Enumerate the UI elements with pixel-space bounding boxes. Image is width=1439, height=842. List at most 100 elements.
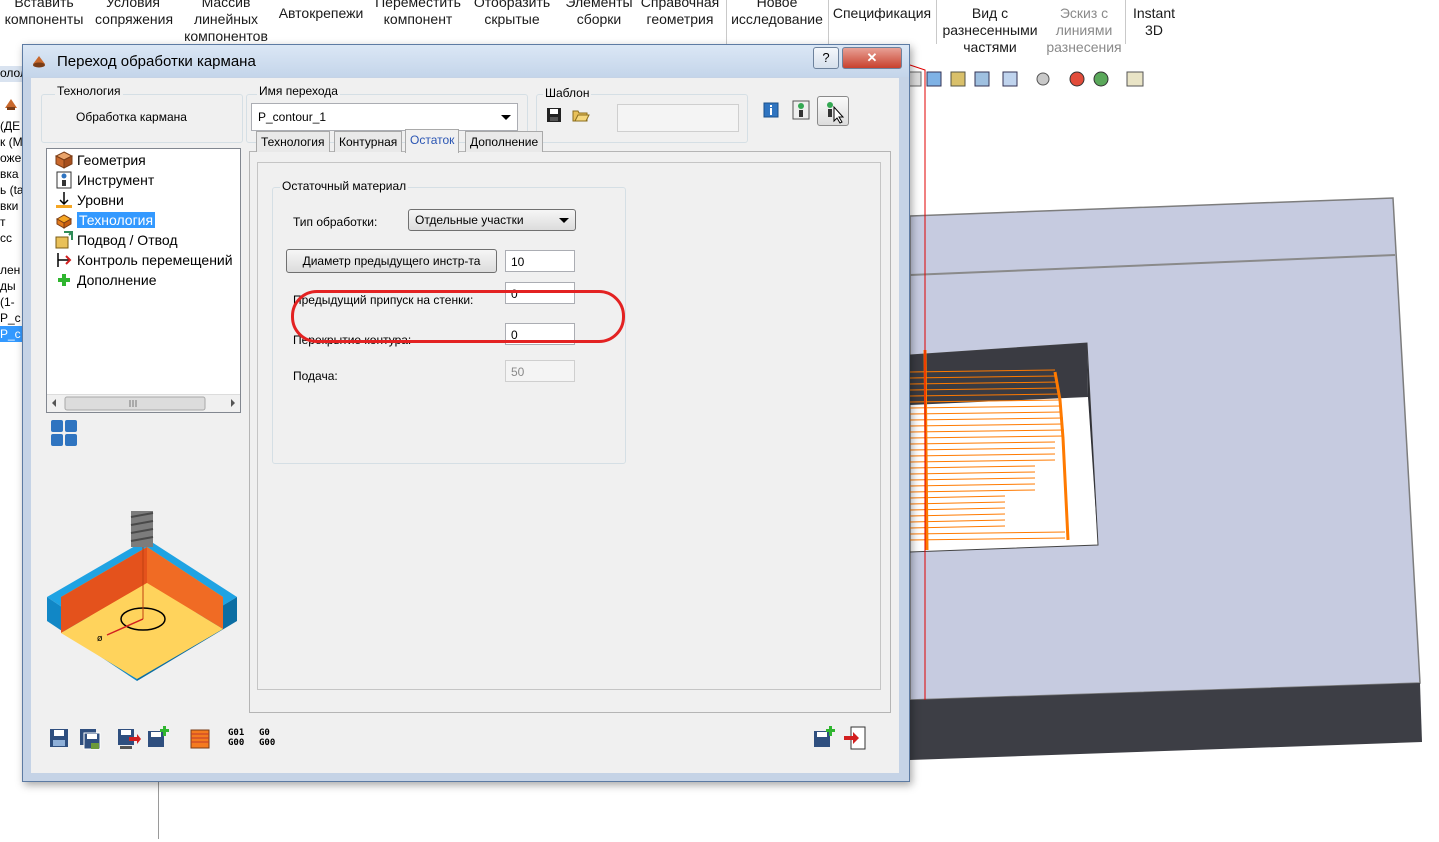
remaining-panel: Остаточный материал Тип обработки: Отдел…: [257, 162, 881, 690]
open-template-icon[interactable]: [572, 107, 592, 127]
show-hidden-button[interactable]: Отобразить скрытые: [468, 0, 556, 28]
exploded-view-button[interactable]: Вид с разнесенными частями: [938, 5, 1042, 56]
assembly-features-button[interactable]: Элементы сборки: [560, 0, 638, 28]
instant-3d-button[interactable]: Instant 3D: [1126, 5, 1182, 39]
feed-label: Подача:: [293, 369, 338, 383]
template-label: Шаблон: [543, 86, 592, 100]
stock-layers-icon[interactable]: [189, 728, 211, 750]
gcode-g0-button[interactable]: G0 G00: [259, 728, 275, 748]
dialog-titlebar[interactable]: Переход обработки кармана ? ✕: [23, 45, 909, 77]
mate-button[interactable]: Условия сопряжения: [95, 0, 174, 28]
chevron-down-icon: [501, 115, 511, 120]
toolbar-separator: [726, 0, 727, 44]
tab-remaining[interactable]: Остаток: [405, 129, 460, 153]
toolbar-label: Эскиз с линиями разнесения: [1046, 5, 1122, 55]
layout-grid-icon[interactable]: [50, 419, 80, 449]
linear-pattern-button[interactable]: Массив линейных компонентов: [178, 0, 274, 45]
tree-node[interactable]: к (М: [0, 134, 24, 150]
tree-node[interactable]: ожер: [0, 150, 24, 166]
tree-node[interactable]: [0, 246, 24, 262]
template-field[interactable]: [617, 104, 739, 132]
appearance-icon: [1069, 71, 1085, 87]
technology-icon: [55, 211, 73, 229]
tree-node[interactable]: (ДЕ: [0, 118, 24, 134]
model-render: [909, 64, 1422, 760]
save-template-icon[interactable]: [546, 107, 566, 127]
tree-item-technology[interactable]: Технология: [77, 211, 156, 229]
tab-label: Дополнение: [470, 135, 539, 149]
tree-node[interactable]: (1-: [0, 294, 24, 310]
help-glyph: ?: [822, 50, 830, 65]
tab-contour[interactable]: Контурная: [334, 131, 403, 152]
toolbar-label: Вид с разнесенными частями: [942, 5, 1038, 55]
toolbar-label: Условия сопряжения: [95, 0, 174, 27]
tab-label: Остаток: [410, 133, 455, 147]
left-tab-label: олол: [0, 66, 24, 80]
tool-holder-icon[interactable]: [791, 99, 811, 120]
operation-name-combo[interactable]: P_contour_1: [251, 103, 518, 131]
tree-node-selected[interactable]: P_c: [0, 326, 24, 342]
tab-addition[interactable]: Дополнение: [465, 131, 544, 152]
bom-button[interactable]: Спецификация: [832, 5, 932, 22]
operation-tree[interactable]: Геометрия Инструмент Уровни Технология П…: [46, 148, 241, 413]
toolbar-label: Новое исследование: [731, 0, 823, 27]
gcode-text: G0: [259, 728, 270, 738]
tree-node[interactable]: вки: [0, 198, 24, 214]
tree-item-technology-label: Технология: [77, 212, 156, 228]
scroll-thumb: [64, 396, 206, 411]
tree-item-motion-control[interactable]: Контроль перемещений: [77, 251, 233, 269]
tree-item-geometry[interactable]: Геометрия: [77, 151, 146, 169]
prev-tool-diameter-input[interactable]: 10: [505, 250, 575, 272]
tree-horizontal-scrollbar[interactable]: [47, 394, 240, 412]
plus-icon: [55, 271, 73, 289]
save-icon[interactable]: [49, 728, 71, 750]
help-button[interactable]: ?: [813, 47, 839, 69]
tree-node[interactable]: P_c: [0, 310, 24, 326]
tree-node[interactable]: ды: [0, 278, 24, 294]
smart-fasteners-button[interactable]: Автокрепежи: [276, 5, 366, 22]
graphics-viewport[interactable]: [905, 60, 1439, 839]
feed-input: 50: [505, 360, 575, 382]
save-and-send-icon[interactable]: [117, 728, 141, 750]
close-button[interactable]: ✕: [842, 47, 902, 69]
explode-line-sketch-button[interactable]: Эскиз с линиями разнесения: [1044, 5, 1124, 56]
save-add-icon[interactable]: [813, 726, 835, 748]
view-settings-icon: [1126, 71, 1144, 87]
reference-geometry-button[interactable]: Справочная геометрия: [638, 0, 722, 28]
left-tab-strip: олол: [0, 66, 24, 82]
pane-divider: [158, 780, 159, 839]
motion-control-icon: [55, 251, 73, 269]
tree-node[interactable]: т: [0, 214, 24, 230]
info-icon[interactable]: [763, 102, 783, 122]
processing-type-select[interactable]: Отдельные участки: [408, 209, 576, 231]
tab-label: Контурная: [339, 135, 398, 149]
tree-node[interactable]: ь (ta: [0, 182, 24, 198]
tree-item-approach[interactable]: Подвод / Отвод: [77, 231, 178, 249]
tree-item-tool[interactable]: Инструмент: [77, 171, 154, 189]
pick-tool-button[interactable]: [817, 96, 849, 126]
prev-tool-diameter-button[interactable]: Диаметр предыдущего инстр-та: [286, 249, 497, 273]
tree-node[interactable]: лен: [0, 262, 24, 278]
tree-item-addition[interactable]: Дополнение: [77, 271, 157, 289]
tree-node[interactable]: сс: [0, 230, 24, 246]
insert-components-button[interactable]: Вставить компоненты: [0, 0, 88, 28]
move-component-button[interactable]: Переместить компонент: [370, 0, 466, 28]
save-all-icon[interactable]: [79, 728, 101, 750]
tree-node[interactable]: вка: [0, 166, 24, 182]
gcode-g01-button[interactable]: G01 G00: [228, 728, 244, 748]
tab-technology[interactable]: Технология: [256, 131, 330, 152]
section-view-icon: [950, 71, 966, 87]
new-study-button[interactable]: Новое исследование: [728, 0, 826, 28]
display-style-icon: [1002, 71, 1018, 87]
scroll-right-icon: [231, 399, 235, 407]
add-operation-icon[interactable]: [147, 726, 169, 748]
gcode-text: G01: [228, 728, 245, 738]
feature-tree-icon: [3, 96, 19, 112]
tree-item-levels[interactable]: Уровни: [77, 191, 124, 209]
exit-icon[interactable]: [843, 726, 866, 750]
toolbar-label: Массив линейных компонентов: [184, 0, 268, 44]
scroll-left-icon: [52, 399, 56, 407]
toolbar-label: Элементы сборки: [565, 0, 633, 27]
hide-show-icon: [1036, 72, 1050, 86]
pocket-illustration: ø: [47, 511, 245, 701]
